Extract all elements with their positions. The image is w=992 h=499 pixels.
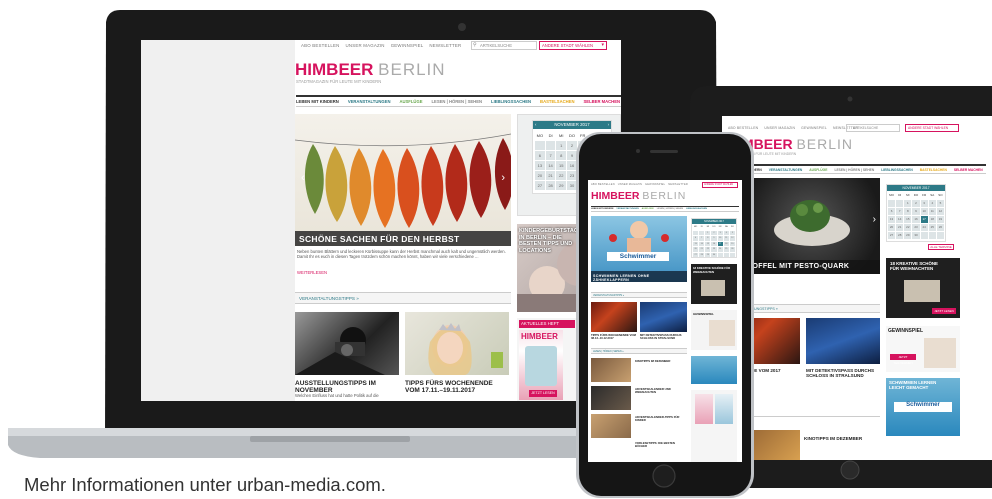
phone-top-nav: ABO BESTELLEN UNSER MAGAZIN GEWINNSPIEL … (591, 183, 688, 186)
menu-item[interactable]: AUSFLÜGE (642, 208, 654, 210)
card-title[interactable]: MIT DETEKTIVSPASS DURCHS SCHLOSS IN STRA… (640, 333, 687, 340)
calendar-day[interactable]: 20 (693, 247, 699, 252)
calendar-day[interactable]: 15 (705, 241, 711, 246)
footer-info-text: Mehr Informationen unter urban-media.com… (24, 474, 386, 495)
calendar-weekday: MO (693, 225, 699, 230)
calendar-day[interactable]: 11 (723, 236, 729, 241)
phone-side-promo[interactable]: 18 KREATIVE SCHÖNE FÜR WEIHNACHTEN (691, 264, 737, 304)
calendar-day[interactable]: 7 (699, 236, 705, 241)
calendar-day[interactable]: 23 (711, 247, 717, 252)
phone-swim-promo[interactable] (691, 356, 737, 384)
phone-hero-image[interactable]: Schwimmer SCHWIMMEN LERNEN OHNE ZÄHNEKLA… (591, 216, 687, 282)
menu-item[interactable]: VERANSTALTUNGEN (616, 208, 638, 210)
calendar-day[interactable]: 18 (723, 241, 729, 246)
phone-calendar[interactable]: NOVEMBER 2017 MO DI MI DO FR SA SO 1 2 3 4 5 6 7 8 9 10 1… (691, 218, 737, 258)
side-promo-title: 18 KREATIVE SCHÖNE FÜR WEIHNACHTEN (693, 266, 731, 274)
phone-card-image-2[interactable] (640, 302, 687, 332)
magazine-cover (695, 394, 713, 424)
menu-item[interactable]: LEBEN MIT KINDERN (591, 208, 613, 210)
calendar-day[interactable]: 10 (717, 236, 723, 241)
calendar-weekday: SO (729, 225, 735, 230)
calendar-day[interactable]: 14 (699, 241, 705, 246)
calendar-weekday: MI (705, 225, 711, 230)
calendar-day[interactable]: 21 (699, 247, 705, 252)
calendar-day[interactable]: 6 (693, 236, 699, 241)
calendar-day (693, 230, 699, 235)
phone-hero-caption[interactable]: SCHWIMMEN LERNEN OHNE ZÄHNEKLAPPERN (591, 271, 687, 282)
calendar-day[interactable]: 28 (699, 252, 705, 257)
list-thumb[interactable] (591, 386, 631, 410)
calendar-day[interactable]: 30 (711, 252, 717, 257)
logo-bold: HIMBEER (591, 190, 640, 202)
magazine-cover (715, 394, 733, 424)
calendar-weekday: DO (711, 225, 717, 230)
calendar-day[interactable]: 19 (729, 241, 735, 246)
gift-image (701, 280, 725, 296)
nav-magazin[interactable]: UNSER MAGAZIN (618, 183, 642, 186)
nav-abo[interactable]: ABO BESTELLEN (591, 183, 615, 186)
calendar-day[interactable]: 12 (729, 236, 735, 241)
calendar-day[interactable]: 24 (717, 247, 723, 252)
list-title[interactable]: VORLESETIPPS: DIE BESTEN BÜCHER (635, 441, 687, 448)
calendar-day[interactable]: 4 (723, 230, 729, 235)
phone-menu: LEBEN MIT KINDERN VERANSTALTUNGEN AUSFLÜ… (591, 206, 739, 212)
calendar-day[interactable]: 13 (693, 241, 699, 246)
calendar-day (717, 252, 723, 257)
contest-image (709, 320, 735, 346)
nav-gewinnspiel[interactable]: GEWINNSPIEL (645, 183, 665, 186)
list-title[interactable]: KINOTIPPS IM DEZEMBER (635, 359, 687, 363)
calendar-weekday: SA (723, 225, 729, 230)
calendar-weekday: DI (699, 225, 705, 230)
calendar-grid: MODIMIDOFRSASO12345678910111213141516171… (692, 224, 736, 258)
card-title[interactable]: TIPPS FÜRS WOCHENENDE VOM 08.12.-10.12.2… (591, 333, 637, 340)
calendar-day[interactable]: 25 (723, 247, 729, 252)
calendar-day (723, 252, 729, 257)
calendar-day[interactable]: 17 (717, 241, 723, 246)
logo-city: BERLIN (642, 190, 687, 202)
contest-title: GEWINNSPIEL (693, 312, 715, 316)
phone-frame (576, 132, 754, 498)
list-thumb[interactable] (591, 414, 631, 438)
hero-sign: Schwimmer (607, 252, 669, 261)
phone-magazine-box[interactable] (691, 390, 737, 462)
calendar-day[interactable]: 5 (729, 230, 735, 235)
menu-item[interactable]: LESEN | HÖREN | SEHEN (657, 208, 683, 210)
phone-contest-box[interactable]: GEWINNSPIEL (691, 310, 737, 350)
menu-item[interactable]: LIEBLINGSSACHEN (686, 208, 707, 210)
calendar-day[interactable]: 26 (729, 247, 735, 252)
phone-section-header[interactable]: VERANSTALTUNGSTIPPS » (591, 292, 687, 298)
calendar-day[interactable]: 9 (711, 236, 717, 241)
calendar-day[interactable]: 27 (693, 252, 699, 257)
nav-newsletter[interactable]: NEWSLETTER (668, 183, 688, 186)
phone-card-image-1[interactable] (591, 302, 637, 332)
calendar-day[interactable]: 22 (705, 247, 711, 252)
calendar-day (699, 230, 705, 235)
list-title[interactable]: ADVENTSKALENDER-TIPPS FÜR KINDER (635, 415, 687, 422)
phone-logo[interactable]: HIMBEER BERLIN (591, 190, 686, 202)
phone-section-header-2[interactable]: LESEN | HÖREN | SEHEN » (591, 348, 687, 354)
phone-screen: ABO BESTELLEN UNSER MAGAZIN GEWINNSPIEL … (588, 180, 742, 462)
calendar-day[interactable]: 1 (705, 230, 711, 235)
calendar-day (729, 252, 735, 257)
phone-city-select[interactable]: ANDERE STADT WÄHLEN (702, 182, 738, 188)
calendar-day[interactable]: 3 (717, 230, 723, 235)
calendar-day[interactable]: 2 (711, 230, 717, 235)
calendar-weekday: FR (717, 225, 723, 230)
calendar-day[interactable]: 16 (711, 241, 717, 246)
list-title[interactable]: ADVENTSKALENDER UND WEIHNACHTEN (635, 387, 687, 394)
calendar-day[interactable]: 8 (705, 236, 711, 241)
calendar-day[interactable]: 29 (705, 252, 711, 257)
list-thumb[interactable] (591, 358, 631, 382)
